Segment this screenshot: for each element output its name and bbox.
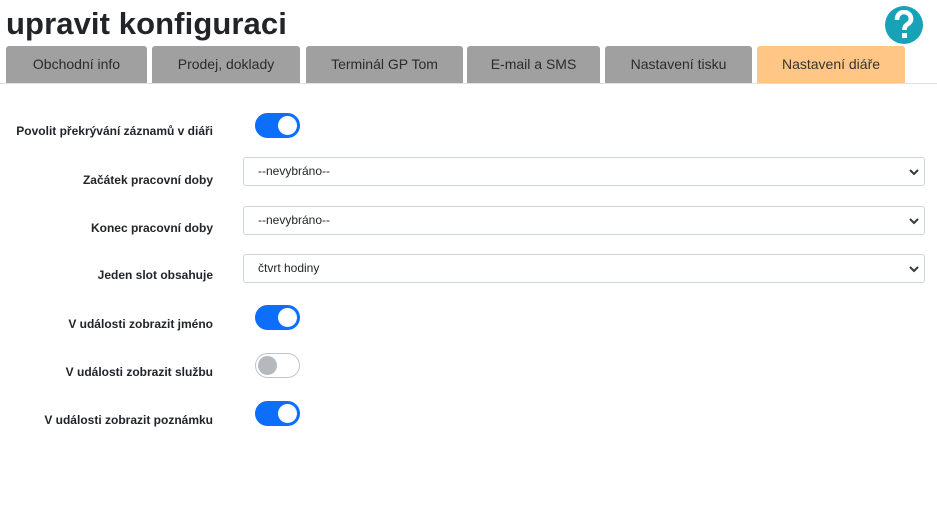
- chevron-down-icon: [909, 218, 919, 225]
- row-slot: Jeden slot obsahuje čtvrt hodiny: [0, 254, 937, 284]
- tab-obchodni-info[interactable]: Obchodní info: [6, 46, 147, 83]
- page-title: upravit konfiguraci: [6, 6, 287, 41]
- allow-overlap-label: Povolit překrývání záznamů v diáři: [16, 124, 213, 138]
- work-start-select[interactable]: --nevybráno--: [243, 157, 925, 186]
- work-end-select[interactable]: --nevybráno--: [243, 206, 925, 235]
- work-end-label: Konec pracovní doby: [90, 221, 213, 235]
- row-show-note: V události zobrazit poznámku: [0, 400, 937, 430]
- slot-value: čtvrt hodiny: [258, 261, 320, 275]
- slot-label: Jeden slot obsahuje: [97, 268, 213, 282]
- help-button[interactable]: [885, 6, 923, 44]
- chevron-down-icon: [909, 266, 919, 273]
- row-show-name: V události zobrazit jméno: [0, 304, 937, 334]
- show-note-toggle[interactable]: [255, 401, 300, 426]
- chevron-down-icon: [909, 169, 919, 176]
- allow-overlap-toggle[interactable]: [255, 113, 300, 138]
- tab-email-sms[interactable]: E-mail a SMS: [467, 46, 600, 83]
- work-start-label: Začátek pracovní doby: [82, 173, 213, 187]
- tab-bar: Obchodní info Prodej, doklady Terminál G…: [0, 46, 937, 84]
- question-mark-icon: [894, 10, 914, 38]
- tab-terminal-gp-tom[interactable]: Terminál GP Tom: [306, 46, 463, 83]
- row-show-service: V události zobrazit službu: [0, 352, 937, 382]
- toggle-knob: [258, 356, 277, 375]
- show-service-toggle[interactable]: [255, 353, 300, 378]
- tab-prodej-doklady[interactable]: Prodej, doklady: [152, 46, 300, 83]
- work-start-value: --nevybráno--: [258, 164, 331, 178]
- row-work-end: Konec pracovní doby --nevybráno--: [0, 206, 937, 236]
- row-work-start: Začátek pracovní doby --nevybráno--: [0, 157, 937, 187]
- show-name-label: V události zobrazit jméno: [68, 317, 213, 331]
- show-service-label: V události zobrazit službu: [65, 365, 213, 379]
- row-allow-overlap: Povolit překrývání záznamů v diáři: [0, 112, 937, 142]
- tab-nastaveni-tisku[interactable]: Nastavení tisku: [605, 46, 752, 83]
- toggle-knob: [278, 116, 297, 135]
- show-note-label: V události zobrazit poznámku: [44, 413, 213, 427]
- work-end-value: --nevybráno--: [258, 213, 331, 227]
- toggle-knob: [278, 308, 297, 327]
- toggle-knob: [278, 404, 297, 423]
- show-name-toggle[interactable]: [255, 305, 300, 330]
- slot-select[interactable]: čtvrt hodiny: [243, 254, 925, 283]
- tab-nastaveni-diare[interactable]: Nastavení diáře: [757, 46, 905, 83]
